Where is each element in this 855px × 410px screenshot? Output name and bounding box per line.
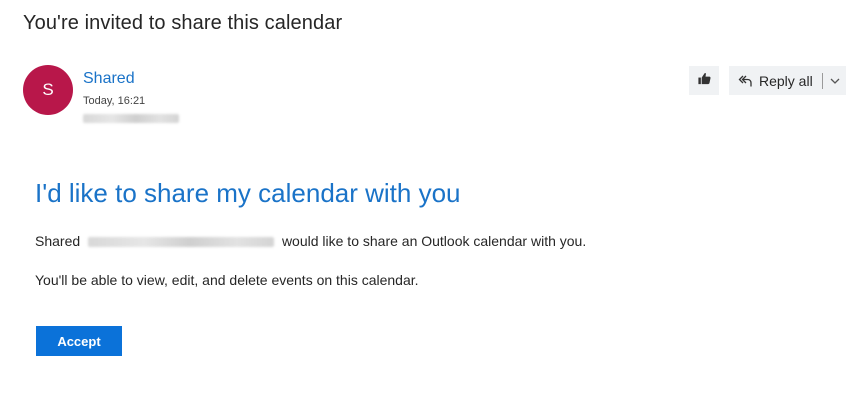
reply-all-button[interactable]: Reply all xyxy=(729,66,846,95)
invitation-heading: I'd like to share my calendar with you xyxy=(35,178,461,208)
intro-prefix: Shared xyxy=(35,233,81,249)
message-date: Today, 16:21 xyxy=(83,95,146,107)
like-button[interactable] xyxy=(689,66,719,95)
button-divider xyxy=(821,72,823,89)
redacted-recipients xyxy=(83,114,179,123)
accept-button[interactable]: Accept xyxy=(36,326,122,356)
reply-all-icon xyxy=(737,73,753,89)
redacted-email xyxy=(88,237,275,248)
invitation-intro: Shared would like to share an Outlook ca… xyxy=(35,233,586,249)
reply-all-label: Reply all xyxy=(759,72,813,89)
permissions-text: You'll be able to view, edit, and delete… xyxy=(35,272,419,288)
intro-suffix: would like to share an Outlook calendar … xyxy=(281,233,587,249)
thumbs-up-icon xyxy=(697,71,712,91)
sender-name[interactable]: Shared xyxy=(83,70,135,88)
sender-avatar[interactable]: S xyxy=(23,65,73,115)
avatar-initial: S xyxy=(42,80,54,99)
chevron-down-icon[interactable] xyxy=(829,74,843,88)
message-subject: You're invited to share this calendar xyxy=(23,12,343,34)
